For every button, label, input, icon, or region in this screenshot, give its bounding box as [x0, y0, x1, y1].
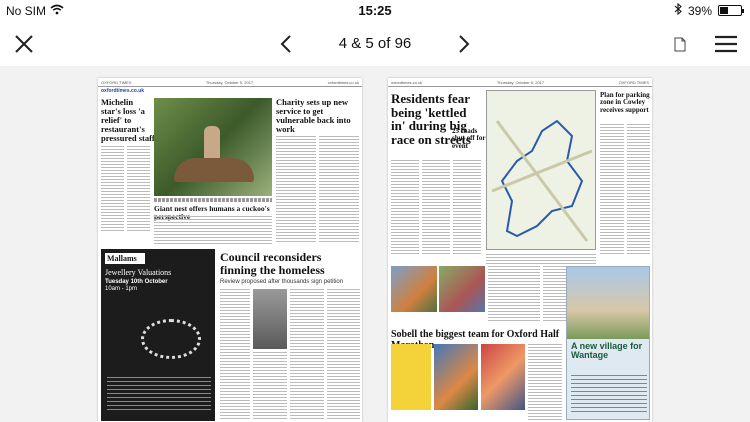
page-counter: 4 & 5 of 96 [338, 35, 412, 52]
viewer-toolbar: 4 & 5 of 96 [0, 22, 750, 66]
header-site: oxfordtimes.co.uk [391, 80, 423, 85]
article-text [101, 146, 124, 232]
article-text [528, 344, 562, 420]
masthead: oxfordtimes.co.uk [101, 88, 145, 94]
article-text [220, 289, 250, 419]
story-subhead: 25 roads shut off for event [452, 127, 486, 150]
advert-date: Tuesday 10th October [105, 279, 168, 285]
document-icon [674, 37, 686, 51]
advert-title: A new village for Wantage [571, 341, 643, 361]
status-time: 15:25 [358, 3, 392, 18]
article-text [127, 146, 150, 232]
story-headline: Michelin star's loss 'a relief' to resta… [101, 97, 155, 143]
article-photo [154, 98, 272, 196]
header-date: Thursday, October 5, 2017 [496, 80, 545, 85]
article-text [253, 352, 287, 419]
article-text [154, 216, 272, 244]
story-headline: Charity sets up new service to get vulne… [276, 97, 351, 134]
advert-text [571, 375, 647, 415]
story-headline: Council reconsiders finning the homeless [220, 250, 325, 277]
menu-button[interactable] [706, 22, 746, 66]
article-text [627, 124, 650, 254]
advert-brand: Mallams [105, 253, 145, 264]
header-section: OXFORD TIMES [101, 80, 132, 85]
header-site: oxfordtimes.co.uk [327, 80, 359, 85]
advert-text [107, 377, 211, 413]
route-map [486, 90, 596, 250]
article-text [319, 136, 359, 244]
battery-icon [718, 5, 744, 16]
advert-time: 10am - 1pm [105, 286, 138, 292]
article-text [488, 266, 540, 322]
article-text [600, 124, 624, 254]
photo-caption [154, 198, 272, 202]
story-standfirst: Review proposed after thousands sign pet… [220, 279, 344, 285]
highlight-box [391, 344, 431, 410]
article-photo [481, 344, 525, 410]
header-date: Thursday, October 5, 2017 [205, 80, 254, 85]
battery-level [720, 7, 728, 14]
chevron-left-icon [280, 35, 291, 53]
advert-image [567, 267, 649, 339]
article-text [453, 160, 481, 254]
battery-percent: 39% [687, 3, 712, 18]
page-view-button[interactable] [666, 22, 694, 66]
property-advert[interactable]: A new village for Wantage [566, 266, 650, 420]
map-caption [486, 254, 596, 264]
story-headline: Plan for parking zone in Cowley receives… [600, 91, 650, 114]
advert-title: Jewellery Valuations [105, 268, 172, 277]
bluetooth-icon [674, 2, 682, 18]
newspaper-page-left[interactable]: OXFORD TIMES Thursday, October 5, 2017 o… [98, 78, 362, 422]
page-header: oxfordtimes.co.uk Thursday, October 5, 2… [388, 78, 652, 87]
article-photo [253, 289, 287, 349]
status-bar: No SIM 15:25 39% [0, 0, 750, 22]
article-text [276, 136, 316, 244]
close-icon [15, 35, 33, 53]
header-section: OXFORD TIMES [618, 80, 649, 85]
chevron-right-icon [459, 35, 470, 53]
close-button[interactable] [8, 22, 40, 66]
article-photo [434, 344, 478, 410]
status-right: 39% [674, 2, 744, 18]
page-header: OXFORD TIMES Thursday, October 5, 2017 o… [98, 78, 362, 87]
article-text [422, 160, 450, 254]
next-page-button[interactable] [450, 22, 478, 66]
necklace-image [141, 319, 201, 359]
newspaper-page-right[interactable]: oxfordtimes.co.uk Thursday, October 5, 2… [388, 78, 652, 422]
page-viewer[interactable]: OXFORD TIMES Thursday, October 5, 2017 o… [0, 66, 750, 422]
previous-page-button[interactable] [272, 22, 300, 66]
jewellery-advert[interactable]: Mallams Jewellery Valuations Tuesday 10t… [101, 249, 215, 421]
article-text [327, 289, 360, 419]
article-text [290, 289, 324, 419]
route-map-graphic [491, 119, 593, 242]
article-photo [439, 266, 485, 312]
hamburger-menu-icon [715, 35, 737, 53]
article-photo [391, 266, 437, 312]
article-text [391, 160, 419, 254]
